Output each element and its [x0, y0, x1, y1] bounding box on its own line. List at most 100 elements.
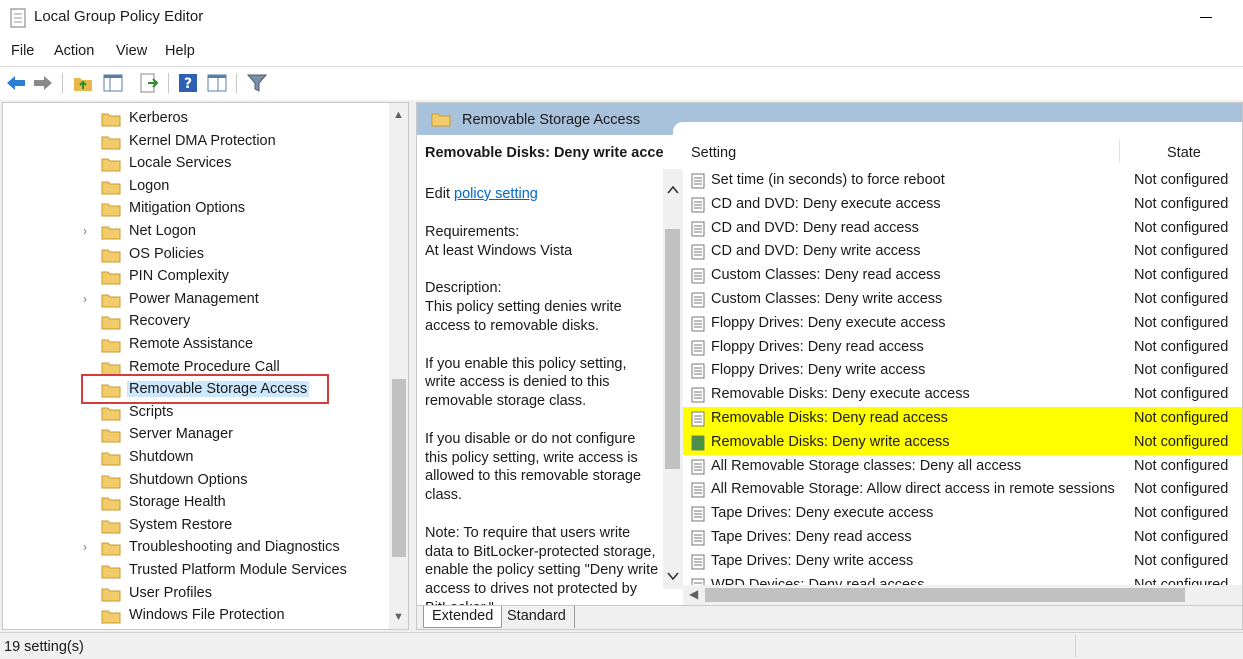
extended-description: Removable Disks: Deny write access Edit … — [417, 135, 663, 605]
expand-chevron-icon[interactable]: › — [83, 292, 87, 306]
menu-help[interactable]: Help — [165, 43, 195, 59]
scroll-down-arrow-icon[interactable]: ▼ — [393, 611, 404, 623]
setting-name: Floppy Drives: Deny read access — [711, 338, 924, 355]
table-row[interactable]: WPD Devices: Deny read access Not configu… — [683, 574, 1242, 585]
description-scroll-thumb[interactable] — [665, 229, 680, 469]
tree-item[interactable]: System Restore — [3, 515, 389, 537]
folder-icon — [101, 226, 121, 240]
folder-icon — [101, 249, 121, 263]
up-folder-icon[interactable] — [72, 72, 94, 94]
folder-icon — [101, 520, 121, 534]
table-row[interactable]: Custom Classes: Deny read access Not conf… — [683, 264, 1242, 288]
menu-action[interactable]: Action — [54, 43, 94, 59]
table-row[interactable]: Set time (in seconds) to force reboot Not… — [683, 169, 1242, 193]
tree-item-label: Remote Procedure Call — [129, 358, 280, 375]
tree-item[interactable]: User Profiles — [3, 583, 389, 605]
setting-state: Not configured — [1134, 481, 1229, 498]
back-arrow-icon[interactable] — [5, 72, 27, 94]
export-list-icon[interactable] — [138, 72, 160, 94]
scroll-up-chevron-icon[interactable] — [666, 183, 680, 197]
policy-setting-icon — [691, 459, 705, 475]
policy-setting-link[interactable]: policy setting — [454, 186, 538, 202]
table-row[interactable]: Floppy Drives: Deny execute access Not co… — [683, 312, 1242, 336]
tree-item[interactable]: Locale Services — [3, 153, 389, 175]
folder-icon — [101, 565, 121, 579]
tree-item[interactable]: Remote Assistance — [3, 334, 389, 356]
tree-item[interactable]: Server Manager — [3, 424, 389, 446]
tree-item[interactable]: Windows File Protection — [3, 605, 389, 627]
tree-item[interactable]: Shutdown — [3, 447, 389, 469]
table-row[interactable]: Custom Classes: Deny write access Not con… — [683, 288, 1242, 312]
table-row[interactable]: Removable Disks: Deny write access Not co… — [683, 430, 1242, 455]
tree-item[interactable]: Recovery — [3, 311, 389, 333]
tab-standard[interactable]: Standard — [499, 606, 575, 628]
table-row[interactable]: Floppy Drives: Deny read access Not confi… — [683, 336, 1242, 360]
table-row[interactable]: Tape Drives: Deny execute access Not conf… — [683, 502, 1242, 526]
list-horizontal-scrollbar[interactable]: ◀ — [683, 585, 1242, 605]
column-divider[interactable] — [1119, 139, 1120, 163]
table-row[interactable]: Floppy Drives: Deny write access Not conf… — [683, 359, 1242, 383]
table-row[interactable]: Tape Drives: Deny read access Not configu… — [683, 526, 1242, 550]
setting-name: All Removable Storage classes: Deny all … — [711, 457, 1022, 474]
tree-vertical-scrollbar[interactable]: ▲ ▼ — [389, 103, 408, 629]
setting-name: Custom Classes: Deny read access — [711, 267, 941, 284]
tree-item-label: Net Logon — [129, 223, 196, 239]
table-row[interactable]: Removable Disks: Deny read access Not con… — [683, 407, 1242, 431]
tree-item-label: OS Policies — [129, 245, 204, 262]
folder-icon — [101, 429, 121, 443]
menu-bar: File Action View Help — [0, 38, 1243, 66]
setting-name: Floppy Drives: Deny write access — [711, 362, 926, 379]
tree-item[interactable]: Shutdown Options — [3, 470, 389, 492]
table-row[interactable]: Tape Drives: Deny write access Not config… — [683, 550, 1242, 574]
policy-setting-icon — [691, 435, 705, 451]
filter-icon[interactable] — [246, 72, 268, 94]
tree-item[interactable]: Kerberos — [3, 108, 389, 130]
tree-item[interactable]: › Troubleshooting and Diagnostics — [3, 537, 389, 559]
table-row[interactable]: CD and DVD: Deny read access Not configur… — [683, 217, 1242, 241]
tree-item[interactable]: Trusted Platform Module Services — [3, 560, 389, 582]
forward-arrow-icon[interactable] — [32, 72, 54, 94]
tree-item[interactable]: Logon — [3, 176, 389, 198]
tree-item[interactable]: Storage Health — [3, 492, 389, 514]
show-hide-tree-icon[interactable] — [102, 72, 124, 94]
setting-name: Tape Drives: Deny execute access — [711, 505, 934, 522]
policy-setting-icon — [691, 340, 705, 356]
table-row[interactable]: CD and DVD: Deny write access Not configu… — [683, 240, 1242, 264]
tree-item-label: Trusted Platform Module Services — [129, 562, 347, 578]
scroll-left-arrow-icon[interactable]: ◀ — [689, 587, 698, 601]
scroll-up-arrow-icon[interactable]: ▲ — [393, 109, 404, 121]
tree-item[interactable]: PIN Complexity — [3, 266, 389, 288]
folder-icon — [101, 407, 121, 421]
tree-item[interactable]: Scripts — [3, 402, 389, 424]
tab-extended[interactable]: Extended — [423, 606, 503, 628]
policy-setting-icon — [691, 363, 705, 379]
tree-item[interactable]: Kernel DMA Protection — [3, 131, 389, 153]
tree-item-label: Remote Assistance — [129, 336, 254, 352]
expand-chevron-icon[interactable]: › — [83, 540, 87, 554]
setting-name: Floppy Drives: Deny execute access — [711, 314, 946, 331]
table-row[interactable]: All Removable Storage classes: Deny all … — [683, 455, 1242, 479]
table-row[interactable]: All Removable Storage: Allow direct acce… — [683, 478, 1242, 502]
tree-item-label: PIN Complexity — [129, 268, 229, 285]
scroll-down-chevron-icon[interactable] — [666, 569, 680, 583]
tree-scroll-thumb[interactable] — [392, 379, 406, 557]
tree-item[interactable]: › Net Logon — [3, 221, 389, 243]
column-header-state[interactable]: State — [1167, 145, 1201, 161]
setting-name: CD and DVD: Deny execute access — [711, 195, 941, 212]
menu-file[interactable]: File — [11, 43, 34, 59]
expand-chevron-icon[interactable]: › — [83, 224, 87, 238]
menu-view[interactable]: View — [116, 43, 147, 59]
setting-state: Not configured — [1134, 219, 1229, 236]
tree-item[interactable]: Mitigation Options — [3, 198, 389, 220]
folder-icon — [101, 203, 121, 217]
list-scroll-thumb[interactable] — [705, 588, 1185, 602]
table-row[interactable]: Removable Disks: Deny execute access Not … — [683, 383, 1242, 407]
tree-item[interactable]: › Power Management — [3, 289, 389, 311]
table-row[interactable]: CD and DVD: Deny execute access Not confi… — [683, 193, 1242, 217]
tree-item[interactable]: OS Policies — [3, 244, 389, 266]
description-scrollbar[interactable] — [663, 169, 683, 589]
help-icon[interactable]: ? — [177, 72, 199, 94]
properties-pane-icon[interactable] — [206, 72, 228, 94]
column-header-setting[interactable]: Setting — [691, 145, 736, 161]
minimize-button[interactable] — [1195, 6, 1217, 28]
